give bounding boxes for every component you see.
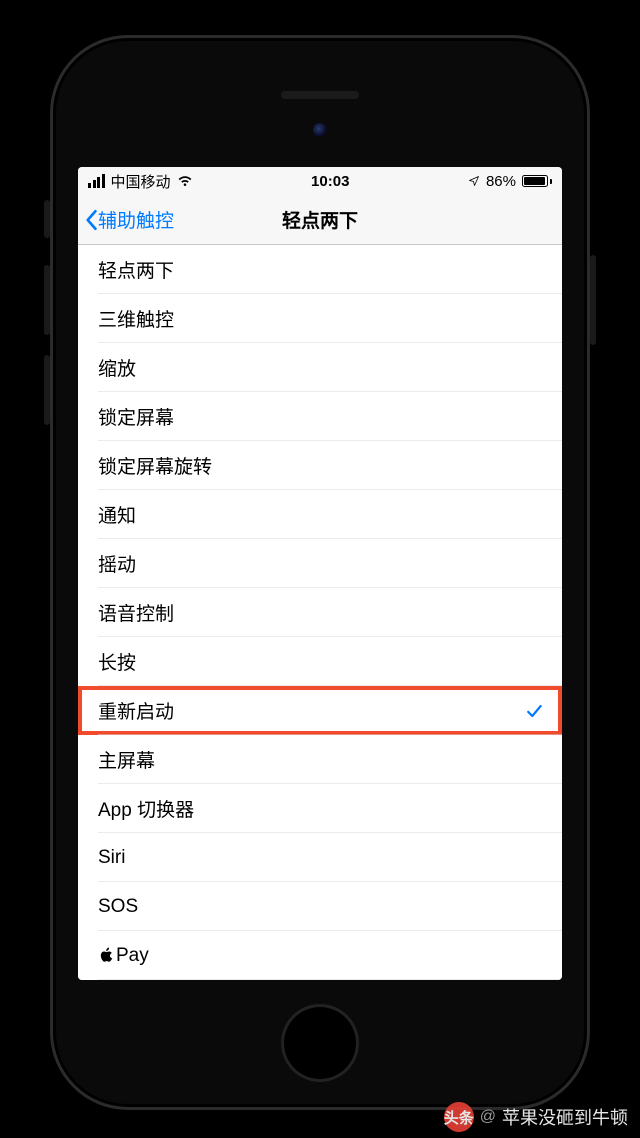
option-label: Pay [116,945,544,967]
option-row[interactable]: 长按 [78,637,562,686]
option-row[interactable]: 缩放 [78,343,562,392]
phone-frame: 中国移动 10:03 86% [50,35,590,1110]
option-row[interactable]: 轻点两下 [78,245,562,294]
location-icon [468,175,480,187]
option-label: Siri [98,847,544,869]
option-label: 三维触控 [98,305,544,332]
option-label: 轻点两下 [98,256,544,283]
apple-logo-icon [98,946,114,965]
back-button[interactable]: 辅助触控 [84,206,174,233]
carrier-label: 中国移动 [111,171,171,192]
option-label: 语音控制 [98,599,544,626]
options-list[interactable]: 轻点两下三维触控缩放锁定屏幕锁定屏幕旋转通知摇动语音控制长按重新启动主屏幕 App… [78,245,562,980]
status-bar: 中国移动 10:03 86% [78,167,562,195]
watermark-name: 苹果没砸到牛顿 [502,1104,628,1130]
power-button [590,255,596,345]
option-label: 重新启动 [98,697,524,724]
option-row[interactable]: 通知 [78,490,562,539]
option-row[interactable]: 语音控制 [78,588,562,637]
screen: 中国移动 10:03 86% [78,167,562,980]
option-row[interactable]: 锁定屏幕 [78,392,562,441]
option-label: 长按 [98,648,544,675]
nav-bar: 辅助触控 轻点两下 [78,195,562,245]
checkmark-icon [524,701,544,721]
option-label: 通知 [98,501,544,528]
option-label: SOS [98,896,544,918]
chevron-left-icon [84,209,98,231]
back-label: 辅助触控 [98,206,174,233]
option-row[interactable]: Pay [78,931,562,980]
option-row[interactable]: 重新启动 [78,686,562,735]
option-row[interactable]: Siri [78,833,562,882]
wifi-icon [177,175,193,187]
signal-icon [88,174,105,188]
watermark-badge: 头条 [444,1102,474,1132]
home-button [281,1004,359,1082]
volume-up-button [44,265,50,335]
option-row[interactable]: 三维触控 [78,294,562,343]
mute-switch [44,200,50,238]
option-row[interactable]: 摇动 [78,539,562,588]
option-label: 缩放 [98,354,544,381]
option-label: 摇动 [98,550,544,577]
option-row[interactable]: 主屏幕 [78,735,562,784]
status-time: 10:03 [193,173,468,190]
volume-down-button [44,355,50,425]
front-camera [313,123,327,137]
battery-icon [522,175,552,187]
watermark-at: @ [480,1108,496,1126]
option-row[interactable]: 锁定屏幕旋转 [78,441,562,490]
option-label: 锁定屏幕旋转 [98,452,544,479]
option-row[interactable]: SOS [78,882,562,931]
battery-pct: 86% [486,173,516,190]
speaker-grille [281,91,359,99]
option-label: 主屏幕 [98,746,544,773]
option-row[interactable]: App 切换器 [78,784,562,833]
option-label: App 切换器 [98,795,544,822]
watermark: 头条 @ 苹果没砸到牛顿 [444,1102,628,1132]
option-label: 锁定屏幕 [98,403,544,430]
